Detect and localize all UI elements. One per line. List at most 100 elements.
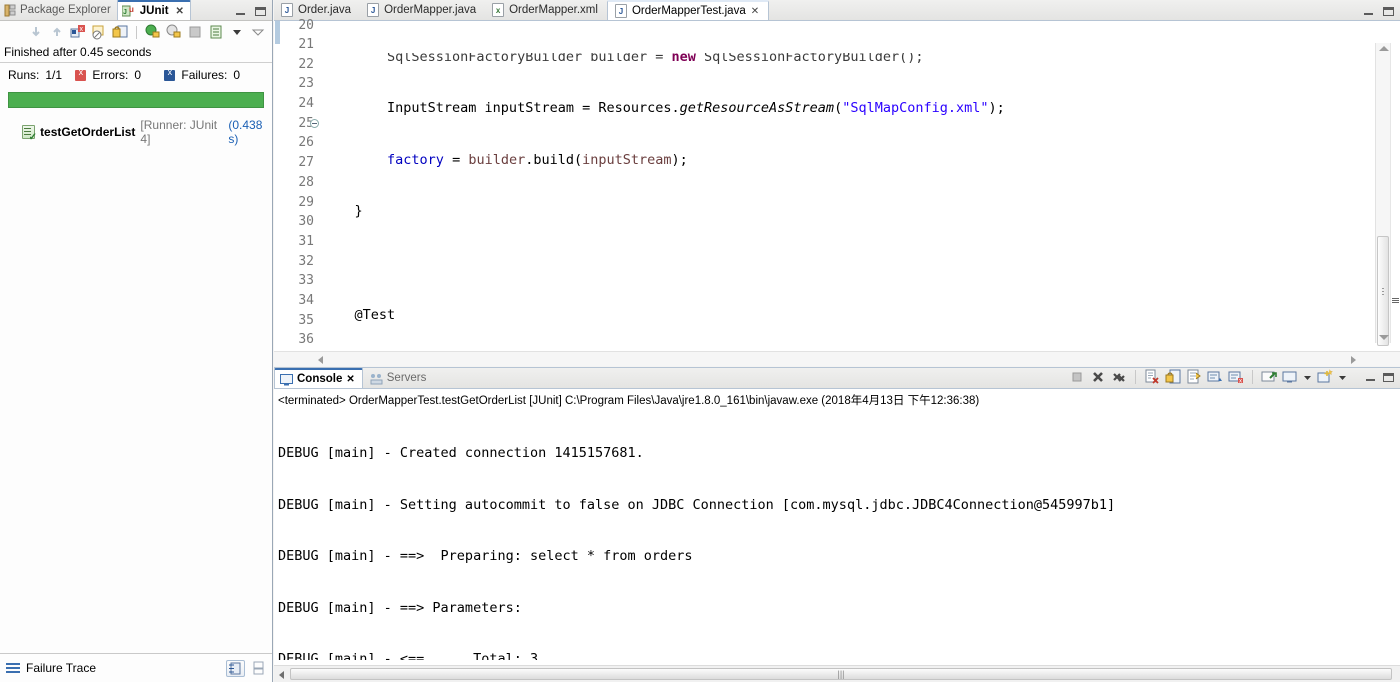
terminate-icon[interactable]: [1069, 369, 1085, 385]
scroll-down-icon[interactable]: [1379, 335, 1389, 340]
lock-scroll-icon[interactable]: [112, 24, 128, 40]
show-console-on-output-icon[interactable]: [1207, 369, 1223, 385]
view-tab-junit[interactable]: Ju JUnit ✕: [116, 0, 191, 20]
close-icon[interactable]: ✕: [346, 374, 354, 385]
clear-console-icon[interactable]: [1144, 369, 1160, 385]
remove-all-terminated-icon[interactable]: [1111, 369, 1127, 385]
scroll-right-icon[interactable]: [1351, 356, 1356, 364]
maximize-icon[interactable]: [254, 6, 267, 17]
maximize-icon[interactable]: [1382, 6, 1395, 17]
line-number: 20: [298, 18, 314, 33]
errors-value: 0: [134, 68, 142, 82]
failures-label: Failures:: [181, 68, 228, 82]
minimize-icon[interactable]: [234, 6, 247, 17]
new-console-view-icon[interactable]: [1317, 369, 1333, 385]
close-icon[interactable]: ✕: [751, 6, 759, 17]
console-horizontal-scrollbar[interactable]: |||: [274, 665, 1400, 682]
fold-toggle-icon[interactable]: [310, 118, 319, 128]
console-tabbar: Console ✕ Servers x: [274, 368, 1400, 389]
code-line: @Test: [322, 306, 396, 323]
scroll-up-icon[interactable]: [1379, 46, 1389, 51]
view-tab-package-explorer-label: Package Explorer: [20, 4, 111, 16]
line-number: 26: [298, 135, 314, 151]
line-number: 21: [298, 37, 314, 52]
line-number-foldable[interactable]: 25: [282, 114, 319, 134]
scroll-left-icon[interactable]: [279, 671, 284, 679]
editor-window-buttons: [1362, 6, 1400, 20]
junit-progress-bar: [8, 92, 264, 108]
line-number: 28: [298, 174, 314, 190]
next-failure-icon[interactable]: [28, 24, 44, 40]
tab-console[interactable]: Console ✕: [274, 368, 363, 388]
editor-tab-order-java[interactable]: J Order.java: [274, 0, 360, 20]
tab-console-label: Console: [297, 373, 343, 385]
svg-text:u: u: [129, 5, 134, 14]
stop-icon[interactable]: [187, 24, 203, 40]
minimize-icon[interactable]: [1364, 372, 1377, 383]
view-tab-package-explorer[interactable]: Package Explorer: [0, 0, 117, 20]
remove-launch-icon[interactable]: [1090, 369, 1106, 385]
console-line: DEBUG [main] - Setting autocommit to fal…: [278, 496, 1116, 513]
minimize-icon[interactable]: [1362, 6, 1375, 17]
line-number: 33: [298, 273, 314, 289]
code-viewport[interactable]: 20 21 22 23 24 25 26 27 28 29 30 31 32 3…: [274, 18, 1400, 366]
editor-tab-ordermappertest-java[interactable]: J OrderMapperTest.java ✕: [606, 0, 770, 20]
console-output[interactable]: DEBUG [main] - Created connection 141515…: [274, 412, 1400, 660]
view-menu-dropdown-icon[interactable]: [229, 24, 245, 40]
line-number: 31: [298, 233, 314, 249]
left-view-tabbar: Package Explorer Ju JUnit ✕: [0, 0, 272, 21]
console-line: DEBUG [main] - ==> Parameters:: [278, 599, 530, 616]
word-wrap-icon[interactable]: [1186, 369, 1202, 385]
console-line: DEBUG [main] - Created connection 141515…: [278, 445, 644, 461]
show-failures-only-icon[interactable]: x: [70, 24, 86, 40]
line-number: 27: [298, 155, 314, 171]
list-item[interactable]: testGetOrderList [Runner: JUnit 4] (0.43…: [0, 118, 272, 146]
java-file-icon: J: [614, 4, 627, 18]
filter-stack-trace-button[interactable]: [226, 659, 245, 677]
editor-horizontal-scrollbar[interactable]: [274, 351, 1400, 366]
line-number: 30: [298, 214, 314, 230]
maximize-icon[interactable]: [1382, 372, 1395, 383]
display-selected-console-dropdown-icon[interactable]: [1303, 369, 1312, 385]
editor-vertical-scrollbar[interactable]: [1375, 43, 1390, 346]
display-selected-console-icon[interactable]: [1261, 369, 1277, 385]
line-number: 22: [298, 56, 314, 72]
junit-status-text: Finished after 0.45 seconds: [0, 43, 272, 63]
rerun-test-icon[interactable]: [145, 24, 161, 40]
failure-trace-label: Failure Trace: [26, 661, 97, 675]
code-line: InputStream inputStream = Resources.getR…: [322, 100, 1005, 116]
scrollbar-thumb[interactable]: |||: [290, 668, 1392, 680]
failure-trace-view-menu-button[interactable]: [249, 660, 268, 677]
toolbar-separator: [1135, 370, 1136, 384]
stop-on-error-icon[interactable]: [91, 24, 107, 40]
servers-icon: [370, 372, 383, 385]
xml-file-icon: x: [492, 3, 505, 17]
svg-text:x: x: [1239, 379, 1242, 385]
open-console-icon[interactable]: [1282, 369, 1298, 385]
editor-overview-ruler[interactable]: [1390, 43, 1400, 343]
close-icon[interactable]: ✕: [176, 6, 184, 17]
scrollbar-thumb[interactable]: [1377, 236, 1389, 346]
open-console-dropdown-icon[interactable]: [1338, 369, 1347, 385]
failure-trace-section: Failure Trace: [0, 653, 272, 682]
test-history-icon[interactable]: [208, 24, 224, 40]
view-menu-icon[interactable]: [250, 24, 266, 40]
editor-line-numbers: 20 21 22 23 24 25 26 27 28 29 30 31 32 3…: [282, 18, 320, 366]
console-line: DEBUG [main] - ==> Preparing: select * f…: [278, 548, 693, 565]
junit-view-panel: Package Explorer Ju JUnit ✕ x Finished a…: [0, 0, 273, 682]
failures-value: 0: [233, 68, 241, 82]
overview-marker: [1392, 298, 1399, 304]
scroll-left-icon[interactable]: [318, 356, 323, 364]
editor-tab-ordermapper-java[interactable]: J OrderMapper.java: [360, 0, 485, 20]
previous-failure-icon[interactable]: [49, 24, 65, 40]
scroll-lock-icon[interactable]: [1165, 369, 1181, 385]
tab-servers[interactable]: Servers: [365, 368, 434, 388]
editor-source-code[interactable]: SqlSessionFactoryBuilder builder = new S…: [320, 21, 1400, 366]
rerun-failed-icon[interactable]: [166, 24, 182, 40]
pin-console-icon[interactable]: x: [1228, 369, 1244, 385]
editor-tab-ordermapper-xml[interactable]: x OrderMapper.xml: [485, 0, 607, 20]
junit-toolbar: x: [0, 21, 272, 43]
line-number: 24: [298, 96, 314, 112]
runs-label: Runs:: [8, 68, 40, 82]
